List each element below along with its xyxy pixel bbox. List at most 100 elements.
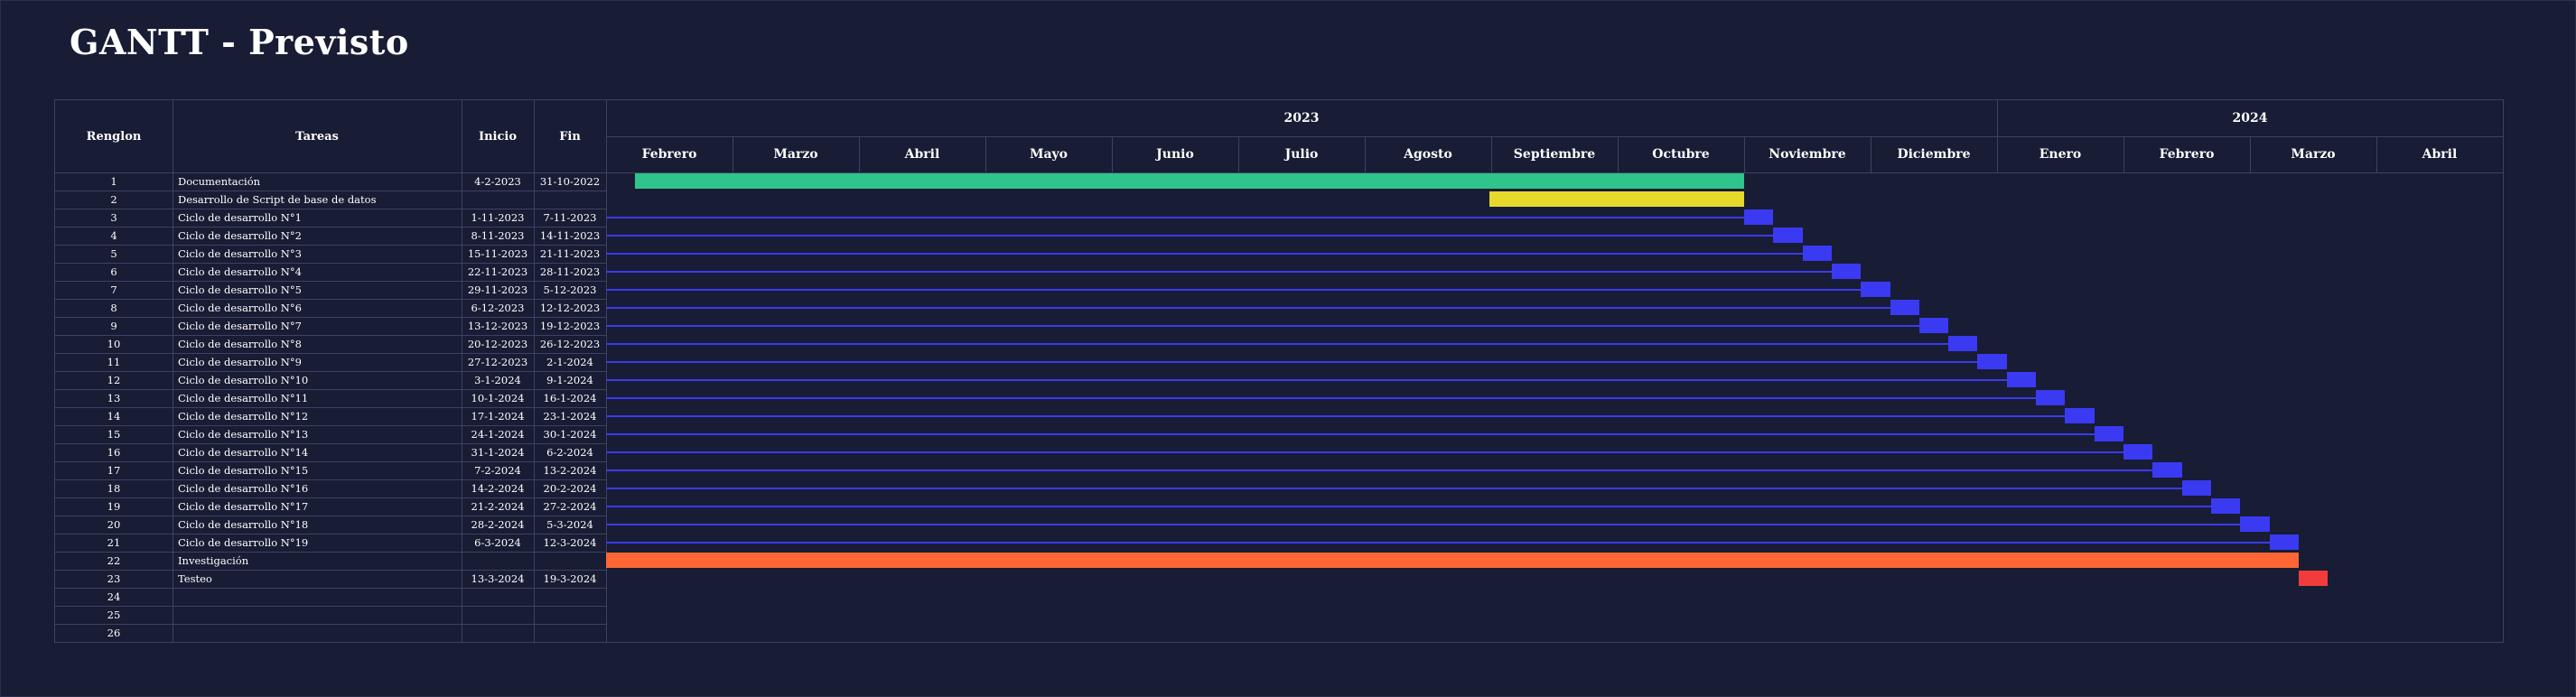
gantt-bar <box>1489 191 1744 207</box>
row-number: 14 <box>107 410 121 423</box>
month-label: Marzo <box>773 147 818 162</box>
gantt-connector-line <box>606 307 1890 309</box>
task-name: Ciclo de desarrollo N°14 <box>178 446 309 459</box>
month-label: Enero <box>2039 147 2082 162</box>
task-end-date: 12-12-2023 <box>539 302 601 314</box>
task-end-date: 30-1-2024 <box>543 428 597 441</box>
task-start-date: 6-12-2023 <box>471 302 525 314</box>
gantt-connector-line <box>606 524 2241 525</box>
gantt-bar <box>1977 354 2007 369</box>
gantt-connector-line <box>606 506 2211 507</box>
gantt-connector-line <box>606 343 1949 345</box>
page-title: GANTT - Previsto <box>70 22 409 62</box>
gantt-connector-line <box>606 253 1803 255</box>
gantt-bar <box>2123 444 2153 460</box>
gantt-connector-line <box>606 271 1832 273</box>
task-start-date: 13-12-2023 <box>467 320 528 332</box>
row-number: 7 <box>110 283 117 296</box>
row-number: 4 <box>110 229 117 242</box>
task-end-date: 13-2-2024 <box>543 464 597 477</box>
row-number: 15 <box>107 428 121 441</box>
task-end-date <box>534 588 606 606</box>
task-end-date: 5-12-2023 <box>543 283 597 296</box>
task-end-date: 27-2-2024 <box>543 500 597 513</box>
gantt-connector-line <box>606 415 2066 417</box>
gantt-bar <box>1773 228 1803 243</box>
task-start-date: 10-1-2024 <box>471 392 525 404</box>
task-name: Ciclo de desarrollo N°18 <box>178 518 309 531</box>
task-start-date: 27-12-2023 <box>467 356 528 368</box>
task-end-date <box>534 191 606 209</box>
task-start-date <box>462 552 534 570</box>
task-start-date: 7-2-2024 <box>474 464 521 477</box>
task-end-date: 7-11-2023 <box>543 211 597 224</box>
gantt-bar <box>2181 480 2211 496</box>
task-name: Desarrollo de Script de base de datos <box>178 193 377 206</box>
task-end-date: 23-1-2024 <box>543 410 597 423</box>
month-label: Mayo <box>1029 147 1069 162</box>
task-end-date: 16-1-2024 <box>543 392 597 404</box>
gantt-bar <box>606 553 2299 568</box>
gantt-bar <box>2210 498 2241 514</box>
task-name: Ciclo de desarrollo N°6 <box>178 302 302 314</box>
month-label: Noviembre <box>1769 147 1846 162</box>
row-number: 23 <box>107 572 121 585</box>
task-name: Ciclo de desarrollo N°19 <box>178 536 309 549</box>
task-name: Ciclo de desarrollo N°10 <box>178 374 309 386</box>
month-label: Febrero <box>2159 147 2215 162</box>
gantt-bar <box>2240 516 2270 532</box>
row-number: 11 <box>107 356 121 368</box>
month-label: Febrero <box>641 147 697 162</box>
task-name: Ciclo de desarrollo N°12 <box>178 410 309 423</box>
row-number: 22 <box>107 554 121 567</box>
gantt-bar <box>1918 318 1949 333</box>
gantt-bar <box>1890 300 1919 315</box>
month-label: Abril <box>904 147 940 162</box>
gantt-connector-line <box>606 325 1919 327</box>
row-number: 2 <box>110 193 117 206</box>
table-row-line <box>55 642 606 643</box>
gantt-connector-line <box>606 433 2095 435</box>
row-number: 19 <box>107 500 121 513</box>
task-end-date: 6-2-2024 <box>546 446 593 459</box>
task-end-date: 19-3-2024 <box>543 572 597 585</box>
task-start-date: 15-11-2023 <box>467 247 528 260</box>
task-start-date <box>462 191 534 209</box>
month-label: Agosto <box>1404 147 1452 162</box>
row-number: 26 <box>107 627 121 639</box>
gantt-connector-line <box>606 542 2270 544</box>
task-start-date <box>462 588 534 606</box>
year-label-2023: 2023 <box>1283 111 1320 125</box>
row-number: 3 <box>110 211 117 224</box>
month-label: Octubre <box>1652 147 1710 162</box>
month-label: Abril <box>2422 147 2458 162</box>
gantt-chart: Renglon Tareas Inicio Fin 2023 2024 Febrero Mar… <box>54 99 2504 643</box>
task-end-date: 31-10-2022 <box>539 175 601 188</box>
gantt-connector-line <box>606 235 1774 237</box>
row-number: 5 <box>110 247 117 260</box>
gantt-bar <box>1744 209 1774 225</box>
row-number: 21 <box>107 536 121 549</box>
task-name <box>178 624 460 642</box>
task-start-date: 3-1-2024 <box>474 374 521 386</box>
row-number: 10 <box>107 338 121 350</box>
gantt-bar <box>1948 336 1978 351</box>
task-start-date: 17-1-2024 <box>471 410 525 423</box>
row-number: 25 <box>107 609 121 621</box>
row-number: 13 <box>107 392 121 404</box>
month-label: Septiembre <box>1513 147 1596 162</box>
gantt-bar <box>2152 462 2182 478</box>
month-label: Diciembre <box>1897 147 1971 162</box>
task-start-date: 22-11-2023 <box>467 265 528 278</box>
gantt-connector-line <box>606 361 1978 363</box>
task-name: Ciclo de desarrollo N°1 <box>178 211 302 224</box>
gantt-connector-line <box>606 451 2123 453</box>
gantt-bar <box>2036 390 2066 405</box>
gantt-connector-line <box>606 379 2007 381</box>
task-name: Documentación <box>178 175 261 188</box>
task-end-date: 12-3-2024 <box>543 536 597 549</box>
task-start-date: 31-1-2024 <box>471 446 525 459</box>
task-name: Ciclo de desarrollo N°8 <box>178 338 302 350</box>
gantt-bar <box>1861 282 1890 297</box>
task-start-date: 21-2-2024 <box>471 500 525 513</box>
